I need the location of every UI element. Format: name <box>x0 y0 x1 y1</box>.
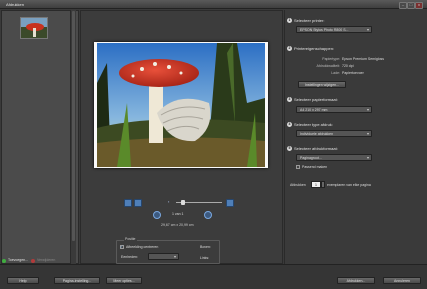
tray-key: Lade: <box>331 71 340 75</box>
help-button[interactable]: Help <box>7 277 39 284</box>
remove-icon[interactable] <box>31 259 35 263</box>
preview-photo[interactable] <box>97 43 265 167</box>
left-offset-label: Links: <box>200 256 210 260</box>
title-bar: Afdrukken – □ x <box>0 0 427 9</box>
step-3-label: Selecteer papierformaat: <box>294 97 338 102</box>
print-size-label: 29,67 cm x 20,99 cm <box>161 223 194 227</box>
step-1-label: Selecteer printer: <box>294 18 325 23</box>
print-size-dropdown[interactable]: Paginagroot... <box>296 154 372 161</box>
fit-checkbox[interactable] <box>296 165 300 169</box>
units-dropdown[interactable] <box>148 253 179 260</box>
zoom-out-icon[interactable]: ▪ <box>168 200 172 204</box>
change-settings-button[interactable]: Instellingen wijzigen... <box>298 81 346 88</box>
copies-suffix: exemplaren van elke pagina <box>327 183 371 187</box>
mushroom-photo-icon <box>97 43 265 167</box>
step-4-label: Selecteer type afdruk: <box>294 122 333 127</box>
zoom-in-icon[interactable] <box>226 199 234 207</box>
previous-page-icon[interactable] <box>153 211 161 219</box>
checkmark-icon: ✓ <box>120 244 124 249</box>
print-quality-key: Afdrukkwaliteit: <box>316 64 340 68</box>
tray-value: Papiertoevoer <box>342 71 364 75</box>
add-photo-button[interactable]: Toevoegen... <box>8 258 28 262</box>
minimize-icon[interactable]: – <box>399 2 407 9</box>
copies-prefix: Afdrukken <box>290 183 306 187</box>
print-button[interactable]: Afdrukken... <box>337 277 375 284</box>
maximize-icon[interactable]: □ <box>407 2 415 9</box>
close-icon[interactable]: x <box>415 2 423 9</box>
page-setup-button[interactable]: Pagina-instelling... <box>54 277 100 284</box>
copies-stepper[interactable] <box>321 181 325 188</box>
step-5-number: 5 <box>287 146 292 151</box>
rotate-left-icon[interactable] <box>124 199 132 207</box>
top-offset-label: Boven: <box>200 245 211 249</box>
print-type-dropdown[interactable]: Individuele afdrukken <box>296 130 372 137</box>
printer-dropdown[interactable]: EPSON Stylus Photo R800 S... <box>296 26 372 33</box>
step-4-number: 4 <box>287 122 292 127</box>
rotate-right-icon[interactable] <box>134 199 142 207</box>
step-2-number: 2 <box>287 46 292 51</box>
paper-type-value: Epson Premium Semigloss <box>342 57 385 61</box>
copies-input[interactable]: 1 <box>311 181 321 188</box>
position-group <box>116 240 220 264</box>
window-title: Afdrukken <box>6 2 25 7</box>
add-icon[interactable] <box>2 259 6 263</box>
step-1-number: 1 <box>287 18 292 23</box>
step-5-label: Selecteer afdrukformaat: <box>294 146 338 151</box>
position-group-title: Positie <box>124 237 137 241</box>
mushroom-thumbnail-icon <box>21 18 47 38</box>
center-image-label: Afbeelding centreren <box>126 245 159 249</box>
step-2-label: Printereigenschappen: <box>294 46 335 51</box>
paper-type-key: Papiertype: <box>322 57 340 61</box>
more-options-button[interactable]: Meer opties... <box>106 277 142 284</box>
fit-checkbox-label: Passend maken <box>302 165 328 169</box>
remove-photo-button[interactable]: Verwijderen <box>37 258 55 262</box>
thumbnail-image[interactable] <box>20 17 48 39</box>
zoom-slider-handle[interactable] <box>181 200 185 205</box>
scrollbar-thumb[interactable] <box>72 11 75 241</box>
cancel-button[interactable]: Annuleren <box>383 277 421 284</box>
step-3-number: 3 <box>287 97 292 102</box>
page-indicator: 1 van 1 <box>172 212 184 216</box>
print-quality-value: 720 dpi <box>342 64 354 68</box>
thumbnail-scrollbar[interactable] <box>70 10 76 264</box>
next-page-icon[interactable] <box>204 211 212 219</box>
thumbnail-panel <box>1 10 79 264</box>
paper-size-dropdown[interactable]: A4 210 x 297 mm <box>296 106 372 113</box>
units-label: Eenheden: <box>121 255 138 259</box>
